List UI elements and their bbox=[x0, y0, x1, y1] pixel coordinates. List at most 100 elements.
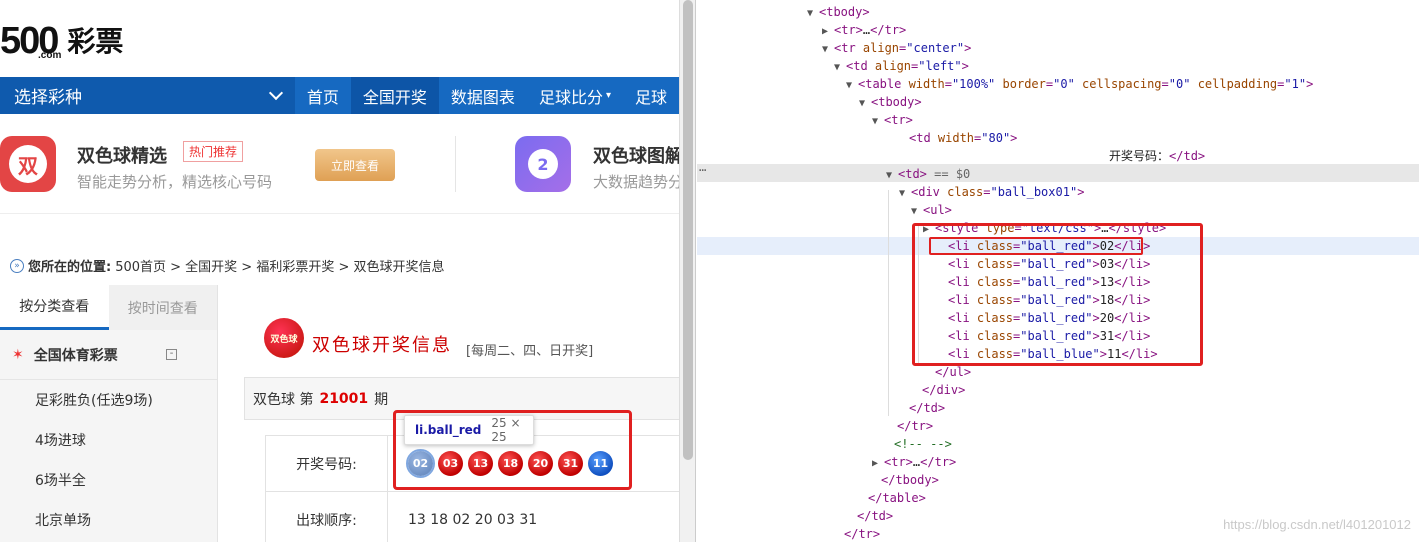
nav-item-data-charts[interactable]: 数据图表 bbox=[439, 77, 527, 114]
draw-order-label: 出球顺序: bbox=[266, 492, 388, 542]
dom-node-line[interactable]: 开奖号码：</td> bbox=[1097, 147, 1205, 165]
dom-node-markup: <td width="80"> bbox=[909, 131, 1018, 145]
dom-node-line[interactable]: </td> bbox=[897, 399, 945, 417]
dom-node-line[interactable]: ▼ <tr> bbox=[872, 111, 913, 129]
dom-node-markup: <td> == $0 bbox=[898, 167, 971, 181]
dom-node-line[interactable]: </div> bbox=[910, 381, 965, 399]
dom-node-line[interactable]: ▼ <tr align="center"> bbox=[822, 39, 971, 57]
dom-node-markup: </tbody> bbox=[881, 473, 939, 487]
tab-by-category[interactable]: 按分类查看 bbox=[0, 285, 109, 330]
dom-node-line[interactable]: ▼ <td align="left"> bbox=[834, 57, 969, 75]
indent-guide bbox=[888, 190, 889, 416]
promo-subtitle: 大数据趋势分 bbox=[593, 173, 679, 191]
hovered-element-outline bbox=[929, 237, 1143, 255]
hot-recommend-badge: 热门推荐 bbox=[183, 141, 244, 162]
breadcrumb-label: 您所在的位置: bbox=[28, 260, 112, 275]
nav-item-football-scores[interactable]: 足球比分 ▾ bbox=[527, 77, 623, 114]
collapse-icon[interactable]: - bbox=[166, 349, 177, 360]
dom-node-markup: 开奖号码：</td> bbox=[1109, 149, 1206, 163]
dom-node-markup: <tr> bbox=[884, 113, 913, 127]
tooltip-size: 25 × 25 bbox=[491, 416, 521, 444]
issue-prefix: 双色球 第 bbox=[253, 391, 314, 408]
dom-node-markup: <tr align="center"> bbox=[834, 41, 972, 55]
sidebar-item[interactable]: 足彩胜负(任选9场) bbox=[0, 380, 217, 420]
selected-node-row bbox=[697, 164, 1419, 182]
expanded-triangle-icon[interactable]: ▼ bbox=[822, 41, 834, 59]
lottery-select-dropdown[interactable]: 选择彩种 bbox=[0, 77, 295, 114]
dom-node-line[interactable]: </tr> bbox=[885, 417, 933, 435]
dom-node-markup: <td align="left"> bbox=[846, 59, 969, 73]
nav-item-label: 足球比分 bbox=[538, 87, 603, 107]
dom-node-line[interactable]: </tbody> bbox=[869, 471, 939, 489]
dom-node-line[interactable]: <td width="80"> bbox=[897, 129, 1017, 147]
dom-node-markup: </tr> bbox=[844, 527, 881, 541]
sidebar-item[interactable]: 北京单场 bbox=[0, 500, 217, 540]
promo-title[interactable]: 双色球图解 bbox=[593, 142, 679, 168]
breadcrumb-path[interactable]: 500首页 > 全国开奖 > 福利彩票开奖 > 双色球开奖信息 bbox=[115, 256, 444, 275]
nav-item-national-draw[interactable]: 全国开奖 bbox=[350, 77, 439, 114]
dom-node-line[interactable]: ▼ <table width="100%" border="0" cellspac… bbox=[846, 75, 1313, 93]
dom-node-markup: </div> bbox=[922, 383, 966, 397]
tab-by-time[interactable]: 按时间查看 bbox=[108, 285, 217, 330]
nav-item-label: 全国开奖 bbox=[362, 87, 427, 107]
star-icon: ✶ bbox=[12, 346, 24, 363]
sidebar: 按分类查看 按时间查看 ✶ 全国体育彩票 - 足彩胜负(任选9场) 4场进球 6… bbox=[0, 285, 218, 542]
expanded-triangle-icon[interactable]: ▼ bbox=[872, 113, 884, 131]
sidebar-item[interactable]: 4场进球 bbox=[0, 420, 217, 460]
expanded-triangle-icon[interactable]: ▼ bbox=[886, 167, 898, 185]
sidebar-category-sports-lottery[interactable]: ✶ 全国体育彩票 - bbox=[0, 330, 217, 380]
expanded-triangle-icon[interactable]: ▼ bbox=[846, 77, 858, 95]
dom-node-markup: </tr> bbox=[897, 419, 934, 433]
page-scrollbar[interactable] bbox=[679, 0, 696, 542]
expanded-triangle-icon[interactable]: ▼ bbox=[899, 185, 911, 203]
table-row: 出球顺序: 13 18 02 20 03 31 bbox=[265, 492, 679, 542]
app-icon-glyph: 2 bbox=[528, 149, 558, 179]
dropdown-arrow-icon: ▾ bbox=[605, 90, 611, 101]
webpage-viewport: 500 .com 彩票 选择彩种 首页 全国开奖 数据图表 足球比分 ▾ 足球 双… bbox=[0, 0, 679, 542]
watermark: https://blog.csdn.net/l401201012 bbox=[1223, 517, 1411, 532]
page-title: 双色球开奖信息 bbox=[312, 335, 452, 356]
nav-item-home[interactable]: 首页 bbox=[295, 77, 351, 114]
scrollbar-thumb[interactable] bbox=[683, 0, 693, 460]
dom-node-line[interactable]: ▼ <tbody> bbox=[807, 3, 870, 21]
dom-node-markup: <div class="ball_box01"> bbox=[911, 185, 1085, 199]
promo-title[interactable]: 双色球精选 bbox=[77, 142, 167, 168]
tooltip-selector: li.ball_red bbox=[415, 423, 482, 437]
dom-node-line[interactable]: </tr> bbox=[832, 525, 880, 542]
dom-node-line[interactable]: ▼ <td> == $0 bbox=[886, 165, 970, 183]
issue-suffix: 期 bbox=[374, 391, 389, 408]
dom-node-line[interactable]: </table> bbox=[856, 489, 926, 507]
dom-node-markup: <tbody> bbox=[819, 5, 870, 19]
dom-node-line[interactable]: </td> bbox=[845, 507, 893, 525]
sidebar-item[interactable]: 6场半全 bbox=[0, 460, 217, 500]
dom-node-line[interactable]: ▼ <tbody> bbox=[859, 93, 922, 111]
expanded-triangle-icon[interactable]: ▼ bbox=[834, 59, 846, 77]
expanded-triangle-icon[interactable]: ▼ bbox=[807, 5, 819, 23]
screenshot-root: 500 .com 彩票 选择彩种 首页 全国开奖 数据图表 足球比分 ▾ 足球 双… bbox=[0, 0, 1419, 542]
dom-node-markup: </ul> bbox=[935, 365, 972, 379]
ssq-select-app-icon[interactable]: 双 bbox=[0, 136, 56, 192]
dom-node-line[interactable]: ▼ <ul> bbox=[911, 201, 952, 219]
site-logo[interactable]: 500 .com 彩票 bbox=[0, 14, 124, 61]
dom-node-markup: <!-- --> bbox=[894, 437, 952, 451]
app-icon-glyph: 双 bbox=[9, 145, 47, 183]
promo-subtitle: 智能走势分析，精选核心号码 bbox=[77, 173, 273, 191]
ssq-chart-app-icon[interactable]: 2 bbox=[515, 136, 571, 192]
expanded-triangle-icon[interactable]: ▼ bbox=[859, 95, 871, 113]
nav-item-label: 数据图表 bbox=[450, 87, 515, 107]
more-options-icon[interactable]: ⋯ bbox=[699, 163, 706, 177]
nav-item-label: 首页 bbox=[306, 87, 339, 107]
nav-item-football[interactable]: 足球 bbox=[623, 77, 679, 114]
dom-node-line[interactable]: ▶ <tr>…</tr> bbox=[872, 453, 956, 471]
dom-node-markup: <tbody> bbox=[871, 95, 922, 109]
dom-node-line[interactable]: ▶ <tr>…</tr> bbox=[822, 21, 906, 39]
dom-node-line[interactable]: <!-- --> bbox=[882, 435, 952, 453]
nav-item-label: 足球 bbox=[634, 87, 667, 107]
dom-node-markup: </td> bbox=[857, 509, 894, 523]
dom-node-markup: </td> bbox=[909, 401, 946, 415]
draw-schedule: [每周二、四、日开奖] bbox=[466, 344, 594, 359]
expanded-triangle-icon[interactable]: ▼ bbox=[911, 203, 923, 221]
view-now-button[interactable]: 立即查看 bbox=[315, 149, 395, 181]
logo-name: 彩票 bbox=[67, 25, 124, 58]
dom-node-line[interactable]: ▼ <div class="ball_box01"> bbox=[899, 183, 1084, 201]
